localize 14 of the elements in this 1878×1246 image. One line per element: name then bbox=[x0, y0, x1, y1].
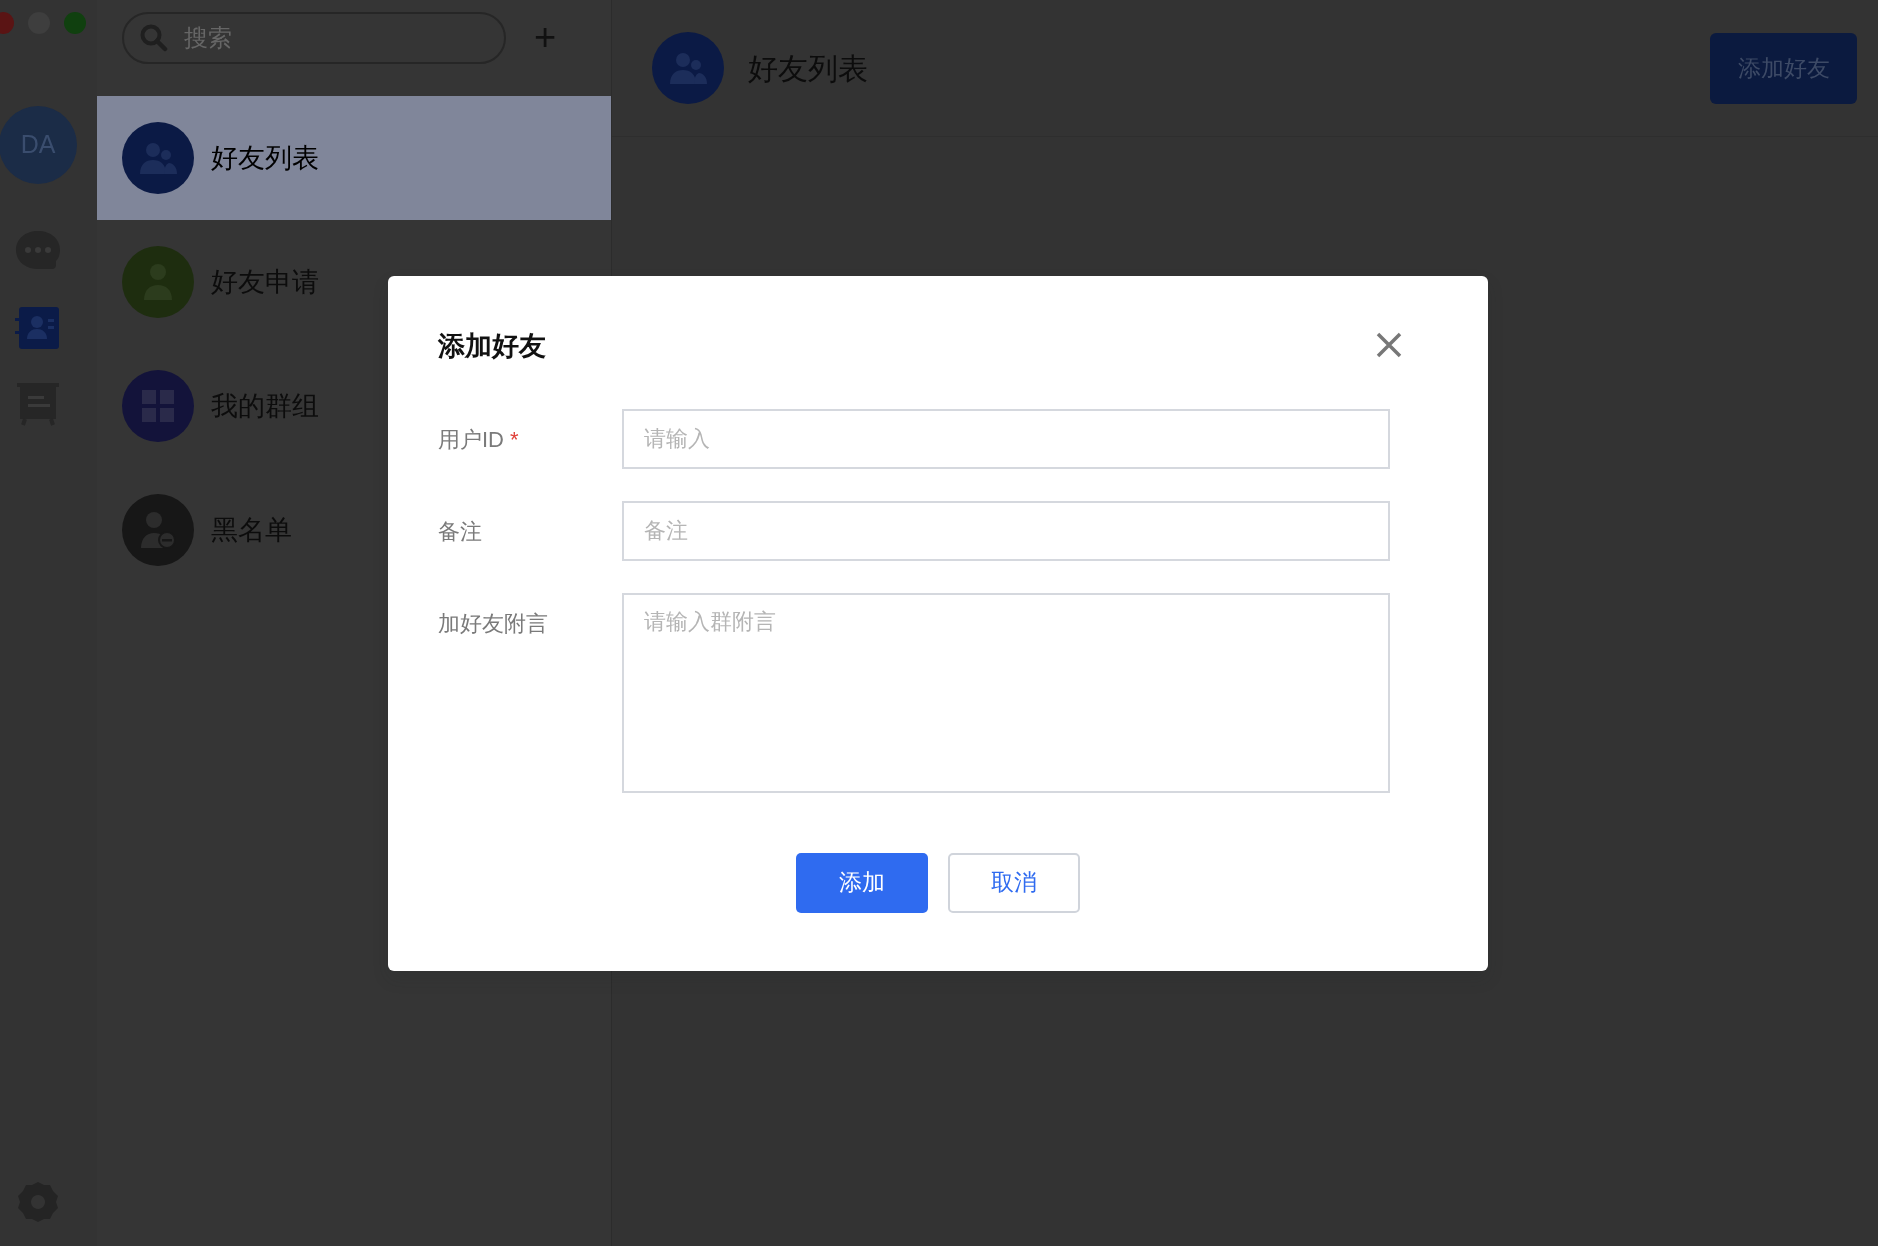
list-item[interactable]: 好友列表 bbox=[97, 96, 611, 220]
input-field[interactable]: 备注 bbox=[622, 500, 1390, 561]
message-field[interactable]: 请输入群附言 bbox=[622, 592, 1390, 793]
add-button[interactable]: + bbox=[528, 17, 563, 57]
add-button[interactable]: 添加 bbox=[796, 852, 928, 913]
field-label: 用户ID * bbox=[438, 425, 520, 454]
window-control-button[interactable] bbox=[64, 12, 86, 34]
field-label: 加好友附言 bbox=[438, 609, 549, 638]
input-field[interactable]: 请输入 bbox=[622, 408, 1390, 469]
contact-card-icon bbox=[15, 305, 61, 351]
cancel-button[interactable]: 取消 bbox=[948, 852, 1080, 913]
field-label: 备注 bbox=[438, 517, 483, 546]
dialog-title: 添加好友 bbox=[438, 330, 546, 363]
close-button[interactable] bbox=[1376, 332, 1402, 358]
